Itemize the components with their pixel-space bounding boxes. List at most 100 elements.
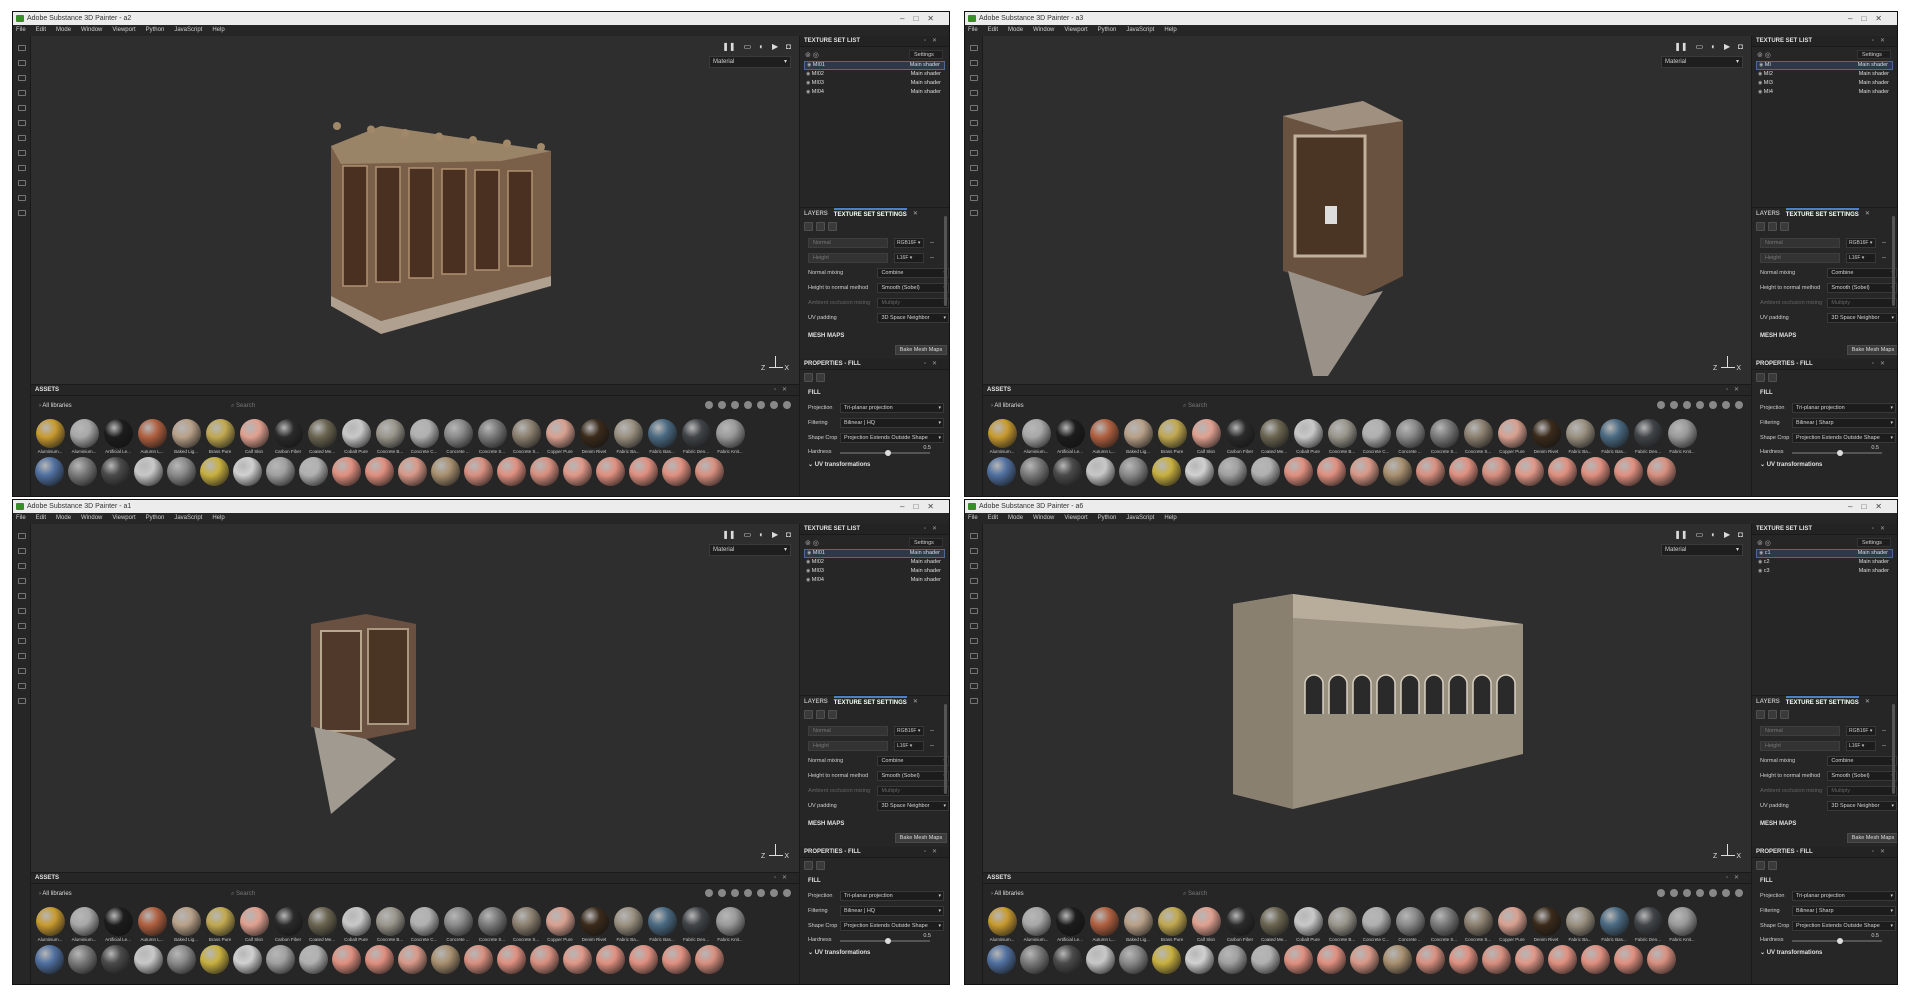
- menu-item-javascript[interactable]: JavaScript: [174, 25, 202, 36]
- tool-icon[interactable]: [969, 698, 978, 704]
- material-sphere[interactable]: [695, 457, 724, 486]
- channel-name-input[interactable]: Normal: [808, 237, 888, 248]
- material-thumb[interactable]: Calf Skin: [1191, 419, 1221, 454]
- material-thumb[interactable]: Baked Lig...: [171, 907, 201, 942]
- material-thumb[interactable]: Coated Me...: [307, 907, 337, 942]
- tool-icon[interactable]: [969, 90, 978, 96]
- tab-layers[interactable]: LAYERS: [804, 696, 828, 707]
- texture-set-row[interactable]: MI Main shader: [1756, 61, 1893, 70]
- hardness-slider[interactable]: [840, 938, 930, 944]
- layer-icon[interactable]: [1756, 221, 1765, 231]
- menu-item-mode[interactable]: Mode: [1008, 513, 1023, 524]
- close-tab-icon[interactable]: ✕: [913, 208, 918, 219]
- texture-set-row[interactable]: c3 Main shader: [1756, 567, 1893, 576]
- eye-icon[interactable]: ⊚ ◎: [1757, 539, 1771, 547]
- uv-transformations-heading[interactable]: ⌄ UV transformations: [800, 947, 949, 956]
- tool-icon[interactable]: [17, 533, 26, 539]
- menu-item-file[interactable]: File: [968, 513, 978, 524]
- menu-item-help[interactable]: Help: [212, 513, 224, 524]
- video-icon[interactable]: ▶: [772, 42, 778, 51]
- material-thumb[interactable]: Concrete C...: [1361, 907, 1391, 942]
- texture-set-row[interactable]: MI3 Main shader: [1756, 79, 1893, 88]
- menu-item-python[interactable]: Python: [1098, 25, 1117, 36]
- material-icon[interactable]: [816, 860, 825, 870]
- material-sphere[interactable]: [134, 945, 163, 974]
- fill-dropdown[interactable]: Tri-planar projection: [840, 890, 944, 901]
- fill-dropdown[interactable]: Tri-planar projection: [1792, 402, 1896, 413]
- texture-set-settings-dropdown[interactable]: Settings: [909, 50, 943, 59]
- tool-icon[interactable]: [969, 533, 978, 539]
- material-thumb[interactable]: Fabric Bas...: [647, 907, 677, 942]
- menu-item-help[interactable]: Help: [1164, 25, 1176, 36]
- material-sphere[interactable]: [1218, 457, 1247, 486]
- material-sphere[interactable]: [35, 945, 64, 974]
- material-sphere[interactable]: [398, 945, 427, 974]
- material-sphere[interactable]: [1251, 457, 1280, 486]
- material-sphere[interactable]: [1086, 945, 1115, 974]
- material-thumb[interactable]: Concrete S...: [511, 419, 541, 454]
- material-thumb[interactable]: Coated Me...: [307, 419, 337, 454]
- setting-dropdown[interactable]: Smooth (Sobel): [877, 770, 949, 781]
- material-sphere[interactable]: [1416, 457, 1445, 486]
- asset-filter-icons[interactable]: [1657, 889, 1743, 897]
- tool-icon[interactable]: [969, 120, 978, 126]
- material-thumb[interactable]: Concrete ...: [443, 907, 473, 942]
- material-thumb[interactable]: Concrete ...: [1395, 907, 1425, 942]
- material-thumb[interactable]: Denim Rivet: [579, 907, 609, 942]
- setting-dropdown[interactable]: 3D Space Neighbor: [1827, 800, 1897, 811]
- channel-format-dropdown[interactable]: L16F ▾: [894, 252, 924, 263]
- material-thumb[interactable]: Fabric Ba...: [613, 419, 643, 454]
- tool-icon[interactable]: [969, 210, 978, 216]
- tab-layers[interactable]: LAYERS: [1756, 696, 1780, 707]
- material-sphere[interactable]: [662, 945, 691, 974]
- material-thumb[interactable]: Concrete B...: [375, 419, 405, 454]
- material-sphere[interactable]: [1548, 457, 1577, 486]
- texture-set-settings-dropdown[interactable]: Settings: [1857, 538, 1891, 547]
- all-libraries-item[interactable]: All libraries: [31, 891, 231, 897]
- material-sphere[interactable]: [1152, 457, 1181, 486]
- material-thumb[interactable]: Calf Skin: [239, 907, 269, 942]
- material-thumb[interactable]: Concrete C...: [409, 419, 439, 454]
- menu-item-python[interactable]: Python: [146, 25, 165, 36]
- material-thumb[interactable]: Aluminium...: [1021, 907, 1051, 942]
- material-thumb[interactable]: Copper Pure: [1497, 419, 1527, 454]
- menu-item-file[interactable]: File: [16, 25, 26, 36]
- material-sphere[interactable]: [596, 457, 625, 486]
- pause-icon[interactable]: ❚❚: [722, 530, 735, 539]
- material-thumb[interactable]: Concrete S...: [511, 907, 541, 942]
- material-thumb[interactable]: Fabric Knit...: [1667, 419, 1697, 454]
- scrollbar[interactable]: [1892, 704, 1895, 794]
- tool-icon[interactable]: [969, 45, 978, 51]
- material-thumb[interactable]: Aluminium...: [987, 907, 1017, 942]
- material-icon[interactable]: [1768, 372, 1777, 382]
- material-thumb[interactable]: Aluminium...: [35, 419, 65, 454]
- material-thumb[interactable]: Copper Pure: [1497, 907, 1527, 942]
- material-thumb[interactable]: Artificial Le...: [103, 419, 133, 454]
- material-thumb[interactable]: Fabric Knit...: [1667, 907, 1697, 942]
- tool-icon[interactable]: [969, 608, 978, 614]
- material-sphere[interactable]: [1218, 945, 1247, 974]
- tool-icon[interactable]: [969, 593, 978, 599]
- menu-item-file[interactable]: File: [968, 25, 978, 36]
- video-icon[interactable]: ▶: [1724, 42, 1730, 51]
- material-sphere[interactable]: [987, 945, 1016, 974]
- texture-set-row[interactable]: MI4 Main shader: [1756, 88, 1893, 97]
- material-thumb[interactable]: Denim Rivet: [1531, 419, 1561, 454]
- close-tab-icon[interactable]: ✕: [1865, 696, 1870, 707]
- setting-dropdown[interactable]: Multiply: [1827, 297, 1897, 308]
- material-sphere[interactable]: [1383, 457, 1412, 486]
- menu-item-window[interactable]: Window: [81, 25, 102, 36]
- material-sphere[interactable]: [1449, 945, 1478, 974]
- fill-dropdown[interactable]: Projection Extends Outside Shape: [840, 432, 944, 443]
- texture-set-row[interactable]: MI04 Main shader: [804, 88, 945, 97]
- material-thumb[interactable]: Calf Skin: [239, 419, 269, 454]
- viewport-3d[interactable]: ❚❚ ▭ ◐ ▶ ◘ Material ZX: [983, 36, 1751, 384]
- material-sphere[interactable]: [530, 457, 559, 486]
- material-sphere[interactable]: [1086, 457, 1115, 486]
- pause-icon[interactable]: ❚❚: [1674, 530, 1687, 539]
- material-thumb[interactable]: Aluminium...: [987, 419, 1017, 454]
- material-thumb[interactable]: Copper Pure: [545, 907, 575, 942]
- tool-icon[interactable]: [17, 210, 26, 216]
- material-thumb[interactable]: Fabric Den...: [1633, 419, 1663, 454]
- material-thumb[interactable]: Fabric Ba...: [1565, 419, 1595, 454]
